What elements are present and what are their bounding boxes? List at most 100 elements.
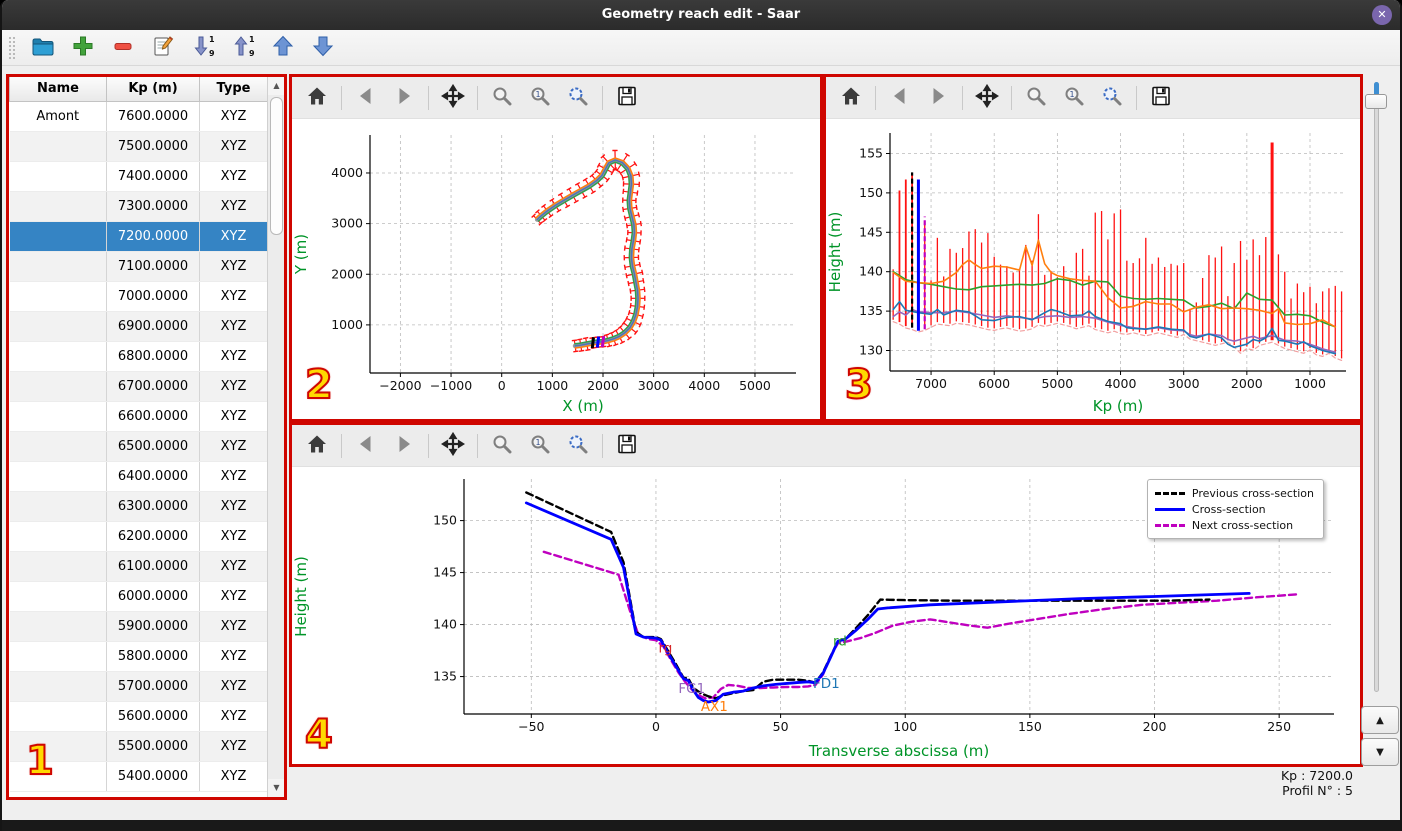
- table-row[interactable]: 5500.0000 XYZ: [9, 731, 268, 762]
- table-cell[interactable]: [9, 521, 107, 552]
- zoom-button[interactable]: [1019, 82, 1053, 114]
- table-row[interactable]: 6600.0000 XYZ: [9, 401, 268, 432]
- table-cell[interactable]: [9, 761, 107, 792]
- table-cell[interactable]: XYZ: [199, 701, 268, 732]
- table-cell[interactable]: 6800.0000: [106, 341, 200, 372]
- table-cell[interactable]: XYZ: [199, 401, 268, 432]
- table-cell[interactable]: 6900.0000: [106, 311, 200, 342]
- pan-button[interactable]: [436, 82, 470, 114]
- table-row[interactable]: 6000.0000 XYZ: [9, 581, 268, 612]
- back-button[interactable]: [883, 82, 917, 114]
- table-row[interactable]: Amont 7600.0000 XYZ: [9, 101, 268, 132]
- profile-slider-handle[interactable]: [1365, 94, 1387, 109]
- table-cell[interactable]: [9, 491, 107, 522]
- table-cell[interactable]: XYZ: [199, 641, 268, 672]
- open-reach-button[interactable]: [29, 34, 57, 62]
- table-cell[interactable]: [9, 251, 107, 282]
- table-cell[interactable]: [9, 671, 107, 702]
- table-cell[interactable]: XYZ: [199, 551, 268, 582]
- table-row[interactable]: 5800.0000 XYZ: [9, 641, 268, 672]
- table-cell[interactable]: 7000.0000: [106, 281, 200, 312]
- table-cell[interactable]: [9, 731, 107, 762]
- table-cell[interactable]: 7200.0000: [106, 221, 200, 252]
- table-cell[interactable]: XYZ: [199, 161, 268, 192]
- table-cell[interactable]: [9, 131, 107, 162]
- move-down-button[interactable]: [309, 34, 337, 62]
- header-name[interactable]: Name: [9, 77, 107, 102]
- table-row[interactable]: 6300.0000 XYZ: [9, 491, 268, 522]
- table-cell[interactable]: [9, 281, 107, 312]
- table-cell[interactable]: XYZ: [199, 101, 268, 132]
- zoom-reset-button[interactable]: [1095, 82, 1129, 114]
- header-kp[interactable]: Kp (m): [106, 77, 200, 102]
- zoom-button[interactable]: [485, 430, 519, 462]
- table-scrollbar[interactable]: ▲ ▼: [267, 77, 284, 797]
- forward-button[interactable]: [387, 430, 421, 462]
- table-cell[interactable]: XYZ: [199, 221, 268, 252]
- profile-up-button[interactable]: ▲: [1361, 706, 1399, 734]
- table-cell[interactable]: XYZ: [199, 521, 268, 552]
- table-cell[interactable]: 6600.0000: [106, 401, 200, 432]
- table-cell[interactable]: XYZ: [199, 131, 268, 162]
- table-cell[interactable]: 5900.0000: [106, 611, 200, 642]
- home-button[interactable]: [834, 82, 868, 114]
- table-cell[interactable]: 7100.0000: [106, 251, 200, 282]
- table-cell[interactable]: XYZ: [199, 251, 268, 282]
- forward-button[interactable]: [921, 82, 955, 114]
- zoom-one-button[interactable]: 1: [523, 430, 557, 462]
- table-cell[interactable]: 5400.0000: [106, 761, 200, 792]
- table-row[interactable]: 6500.0000 XYZ: [9, 431, 268, 462]
- table-row[interactable]: 7000.0000 XYZ: [9, 281, 268, 312]
- table-cell[interactable]: XYZ: [199, 431, 268, 462]
- table-cell[interactable]: [9, 401, 107, 432]
- back-button[interactable]: [349, 82, 383, 114]
- zoom-one-button[interactable]: 1: [1057, 82, 1091, 114]
- zoom-reset-button[interactable]: [561, 430, 595, 462]
- table-cell[interactable]: [9, 431, 107, 462]
- table-row[interactable]: 6800.0000 XYZ: [9, 341, 268, 372]
- table-cell[interactable]: XYZ: [199, 461, 268, 492]
- table-cell[interactable]: [9, 341, 107, 372]
- sort-ascending-button[interactable]: 19: [229, 34, 257, 62]
- table-row[interactable]: 7200.0000 XYZ: [9, 221, 268, 252]
- table-row[interactable]: 7400.0000 XYZ: [9, 161, 268, 192]
- table-row[interactable]: 5600.0000 XYZ: [9, 701, 268, 732]
- home-button[interactable]: [300, 430, 334, 462]
- save-button[interactable]: [610, 430, 644, 462]
- table-cell[interactable]: [9, 641, 107, 672]
- save-button[interactable]: [1144, 82, 1178, 114]
- edit-profile-button[interactable]: [149, 34, 177, 62]
- table-row[interactable]: 5700.0000 XYZ: [9, 671, 268, 702]
- scrollbar-thumb[interactable]: [270, 97, 283, 235]
- table-cell[interactable]: XYZ: [199, 371, 268, 402]
- table-cell[interactable]: [9, 701, 107, 732]
- table-cell[interactable]: 7500.0000: [106, 131, 200, 162]
- table-cell[interactable]: [9, 551, 107, 582]
- toolbar-grip[interactable]: [8, 35, 15, 60]
- zoom-reset-button[interactable]: [561, 82, 595, 114]
- scroll-down-button[interactable]: ▼: [268, 779, 284, 797]
- table-cell[interactable]: XYZ: [199, 731, 268, 762]
- zoom-button[interactable]: [485, 82, 519, 114]
- table-row[interactable]: 7500.0000 XYZ: [9, 131, 268, 162]
- table-cell[interactable]: 6000.0000: [106, 581, 200, 612]
- table-cell[interactable]: XYZ: [199, 761, 268, 792]
- table-cell[interactable]: 7300.0000: [106, 191, 200, 222]
- table-cell[interactable]: XYZ: [199, 671, 268, 702]
- header-type[interactable]: Type: [199, 77, 268, 102]
- save-button[interactable]: [610, 82, 644, 114]
- table-cell[interactable]: 7600.0000: [106, 101, 200, 132]
- move-up-button[interactable]: [269, 34, 297, 62]
- table-row[interactable]: 6400.0000 XYZ: [9, 461, 268, 492]
- table-cell[interactable]: XYZ: [199, 491, 268, 522]
- table-cell[interactable]: 6700.0000: [106, 371, 200, 402]
- table-cell[interactable]: [9, 221, 107, 252]
- table-row[interactable]: 5400.0000 XYZ: [9, 761, 268, 792]
- table-cell[interactable]: XYZ: [199, 581, 268, 612]
- table-cell[interactable]: XYZ: [199, 311, 268, 342]
- table-cell[interactable]: 5800.0000: [106, 641, 200, 672]
- profile-slider-track[interactable]: [1374, 82, 1379, 692]
- home-button[interactable]: [300, 82, 334, 114]
- table-cell[interactable]: 6100.0000: [106, 551, 200, 582]
- table-row[interactable]: 6200.0000 XYZ: [9, 521, 268, 552]
